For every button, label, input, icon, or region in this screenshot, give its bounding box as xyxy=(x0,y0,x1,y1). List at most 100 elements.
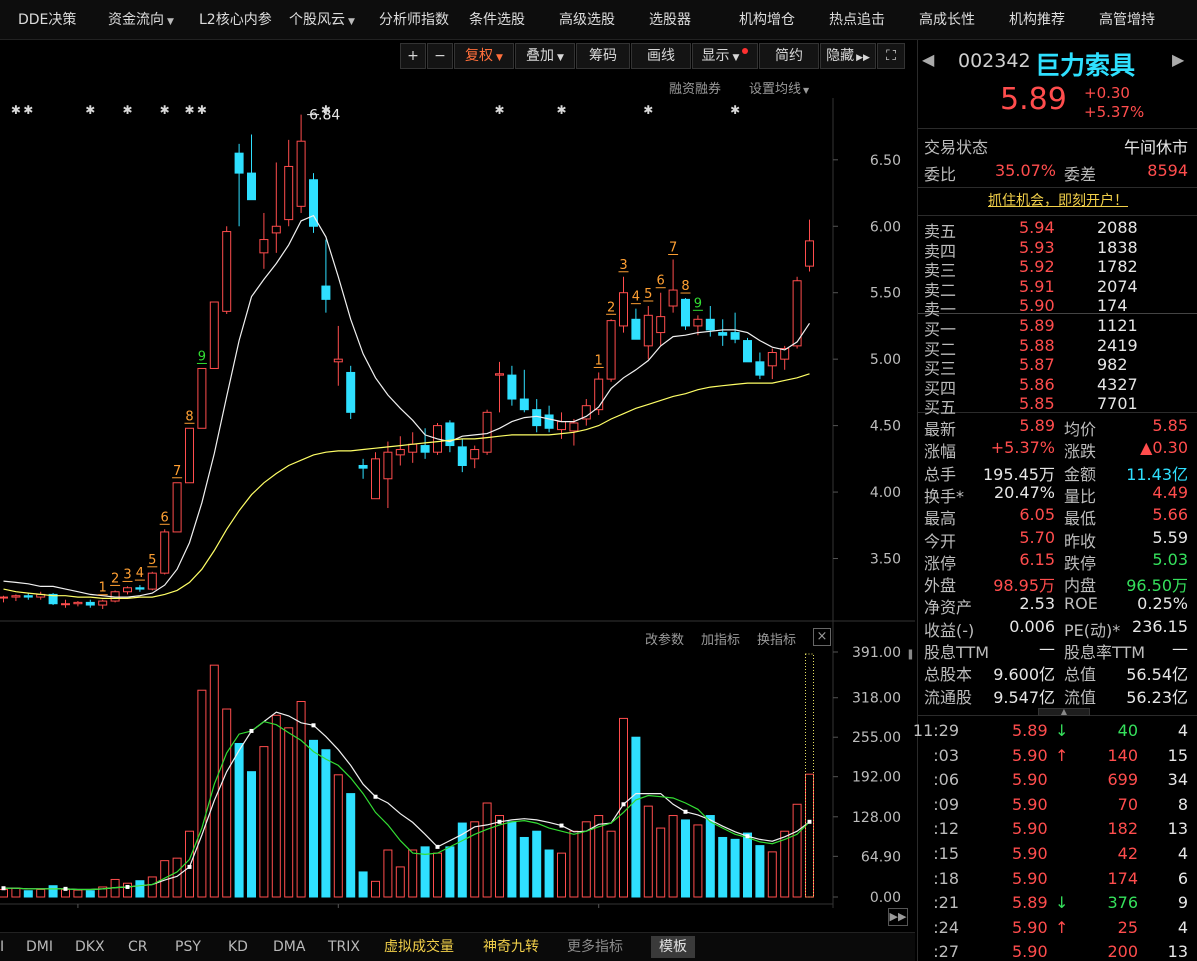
jianyue-button[interactable]: 简约 xyxy=(759,43,819,69)
divider xyxy=(918,215,1197,216)
diejia-dropdown[interactable]: 叠加 ▼ xyxy=(515,43,575,69)
nav-item[interactable]: 机构增仓 xyxy=(739,0,795,40)
volume-bar-up xyxy=(656,827,666,898)
quote-panel: ◀ 002342 巨力索具 ▶ 5.89 +0.30 +5.37% 交易状态 午… xyxy=(913,40,1197,961)
stat-label: 总股本 xyxy=(924,665,973,685)
nav-item[interactable]: 选股器 xyxy=(649,0,691,40)
nav-item-label: 个股风云 xyxy=(289,12,345,28)
nav-item[interactable]: 资金流向 ▼ xyxy=(108,0,174,40)
bid-volume: 7701 xyxy=(1097,394,1138,413)
volume-bar-up xyxy=(581,821,591,898)
nav-item[interactable]: 机构推荐 xyxy=(1009,0,1065,40)
candle-up xyxy=(160,531,170,574)
trade-status-value: 午间休市 xyxy=(1123,138,1188,157)
add-indicator-link[interactable]: 加指标 xyxy=(701,629,740,648)
swap-indicator-link[interactable]: 换指标 xyxy=(757,629,796,648)
close-indicator-button[interactable]: × xyxy=(813,628,831,646)
fuquan-dropdown[interactable]: 复权 ▼ xyxy=(454,43,514,69)
stat-value: 5.66 xyxy=(1152,505,1188,525)
candle-down xyxy=(358,464,368,469)
yincang-button[interactable]: 隐藏 ▶▶ xyxy=(820,43,876,69)
indicator-tab[interactable]: DMA xyxy=(273,933,305,961)
nav-item[interactable]: 高成长性 xyxy=(919,0,975,40)
change-params-link[interactable]: 改参数 xyxy=(645,629,684,648)
volume-bar-down xyxy=(309,739,318,898)
nav-item[interactable]: 热点追击 xyxy=(829,0,885,40)
tick-price: 5.90 xyxy=(1012,844,1048,863)
tick-volume: 25 xyxy=(1117,917,1138,937)
indicator-tab[interactable]: I xyxy=(0,933,4,961)
nav-item-label: 资金流向 xyxy=(108,12,164,28)
volume-bar-down xyxy=(705,815,715,898)
event-marker-icon: ✱ xyxy=(556,103,566,117)
event-marker-icon: ✱ xyxy=(23,103,33,117)
nav-item[interactable]: 分析师指数 xyxy=(379,0,449,40)
weibi-row: 委比 35.07% 委差 8594 xyxy=(918,161,1188,184)
panel-collapse-handle[interactable]: ❚ xyxy=(906,640,915,670)
candle-down xyxy=(705,318,715,331)
indicator-tab[interactable]: KD xyxy=(228,933,248,961)
stat-label: 流通股 xyxy=(924,687,973,707)
price-tick-label: 5.00 xyxy=(870,352,901,368)
open-account-promo-link[interactable]: 抓住机会，即刻开户！ xyxy=(918,190,1197,214)
next-stock-arrow-icon[interactable]: ▶ xyxy=(1172,50,1188,72)
volume-ma-marker xyxy=(497,819,502,824)
nav-item-label: 选股器 xyxy=(649,12,691,28)
td-count-label: 7 xyxy=(669,240,677,255)
candle-down xyxy=(631,318,641,340)
volume-bar-up xyxy=(209,664,219,898)
candle-up xyxy=(767,352,777,367)
stat-value: 5.89 xyxy=(1019,416,1055,435)
td-count-label: 9 xyxy=(198,349,206,364)
scroll-right-button[interactable]: ▶▶ xyxy=(888,908,908,926)
tick-row: :18 5.90 174 6 xyxy=(918,869,1188,891)
bid-price: 5.87 xyxy=(1019,355,1055,374)
volume-bar-up xyxy=(11,887,21,898)
indicator-tab[interactable]: 更多指标 xyxy=(567,933,623,961)
nav-item[interactable]: DDE决策 xyxy=(18,0,76,40)
candle-up xyxy=(259,239,269,254)
huaxian-button[interactable]: 画线 xyxy=(631,43,691,69)
volume-bar-up xyxy=(0,888,8,898)
chevron-down-icon: ▼ xyxy=(496,53,503,63)
indicator-tab[interactable]: TRIX xyxy=(328,933,360,961)
ask-volume: 174 xyxy=(1097,296,1128,315)
ma-long-line xyxy=(3,373,810,600)
nav-item[interactable]: L2核心内参 xyxy=(199,0,272,40)
indicator-tab[interactable]: CR xyxy=(128,933,148,961)
indicator-tab[interactable]: 神奇九转 xyxy=(483,933,539,961)
kline-chart[interactable]: 3.504.004.505.005.506.006.500.0064.90128… xyxy=(0,72,915,908)
volume-bar-up xyxy=(606,830,616,898)
nav-item[interactable]: 条件选股 xyxy=(469,0,525,40)
zoom-out-button[interactable]: − xyxy=(427,43,453,69)
fullscreen-button[interactable]: ⛶ xyxy=(877,43,905,69)
indicator-tab[interactable]: DKX xyxy=(75,933,105,961)
indicator-tab[interactable]: 模板 xyxy=(651,936,695,958)
stat-row: 总手 195.45万 金额 11.43亿 xyxy=(918,461,1188,484)
nav-item[interactable]: 高级选股 xyxy=(559,0,615,40)
tick-count: 4 xyxy=(1177,844,1188,863)
indicator-tab[interactable]: DMI xyxy=(26,933,53,961)
tick-volume: 376 xyxy=(1107,893,1138,913)
xianshi-dropdown[interactable]: 显示 ▼ xyxy=(692,43,758,69)
volume-bar-up xyxy=(222,708,232,898)
stat-label: 股息TTM xyxy=(924,643,990,662)
candle-up xyxy=(495,373,504,376)
stat-value: 5.03 xyxy=(1152,549,1188,569)
prev-stock-arrow-icon[interactable]: ◀ xyxy=(922,50,938,72)
td-count-label: 4 xyxy=(136,566,144,581)
ask-price: 5.94 xyxy=(1019,218,1055,237)
nav-item[interactable]: 个股风云 ▼ xyxy=(289,0,355,40)
nav-item-label: DDE决策 xyxy=(18,12,77,28)
chouma-button[interactable]: 筹码 xyxy=(576,43,630,69)
indicator-tab[interactable]: 虚拟成交量 xyxy=(384,933,454,961)
expand-handle[interactable]: ▲ xyxy=(1038,708,1090,716)
candle-up xyxy=(197,367,207,429)
stat-label: 换手* xyxy=(924,486,965,506)
candle-up xyxy=(296,140,306,207)
bid-volume: 4327 xyxy=(1097,374,1138,394)
indicator-tab[interactable]: PSY xyxy=(175,933,201,961)
zoom-in-button[interactable]: + xyxy=(400,43,426,69)
volume-ma-marker xyxy=(1,886,6,891)
nav-item[interactable]: 高管增持 xyxy=(1099,0,1155,40)
